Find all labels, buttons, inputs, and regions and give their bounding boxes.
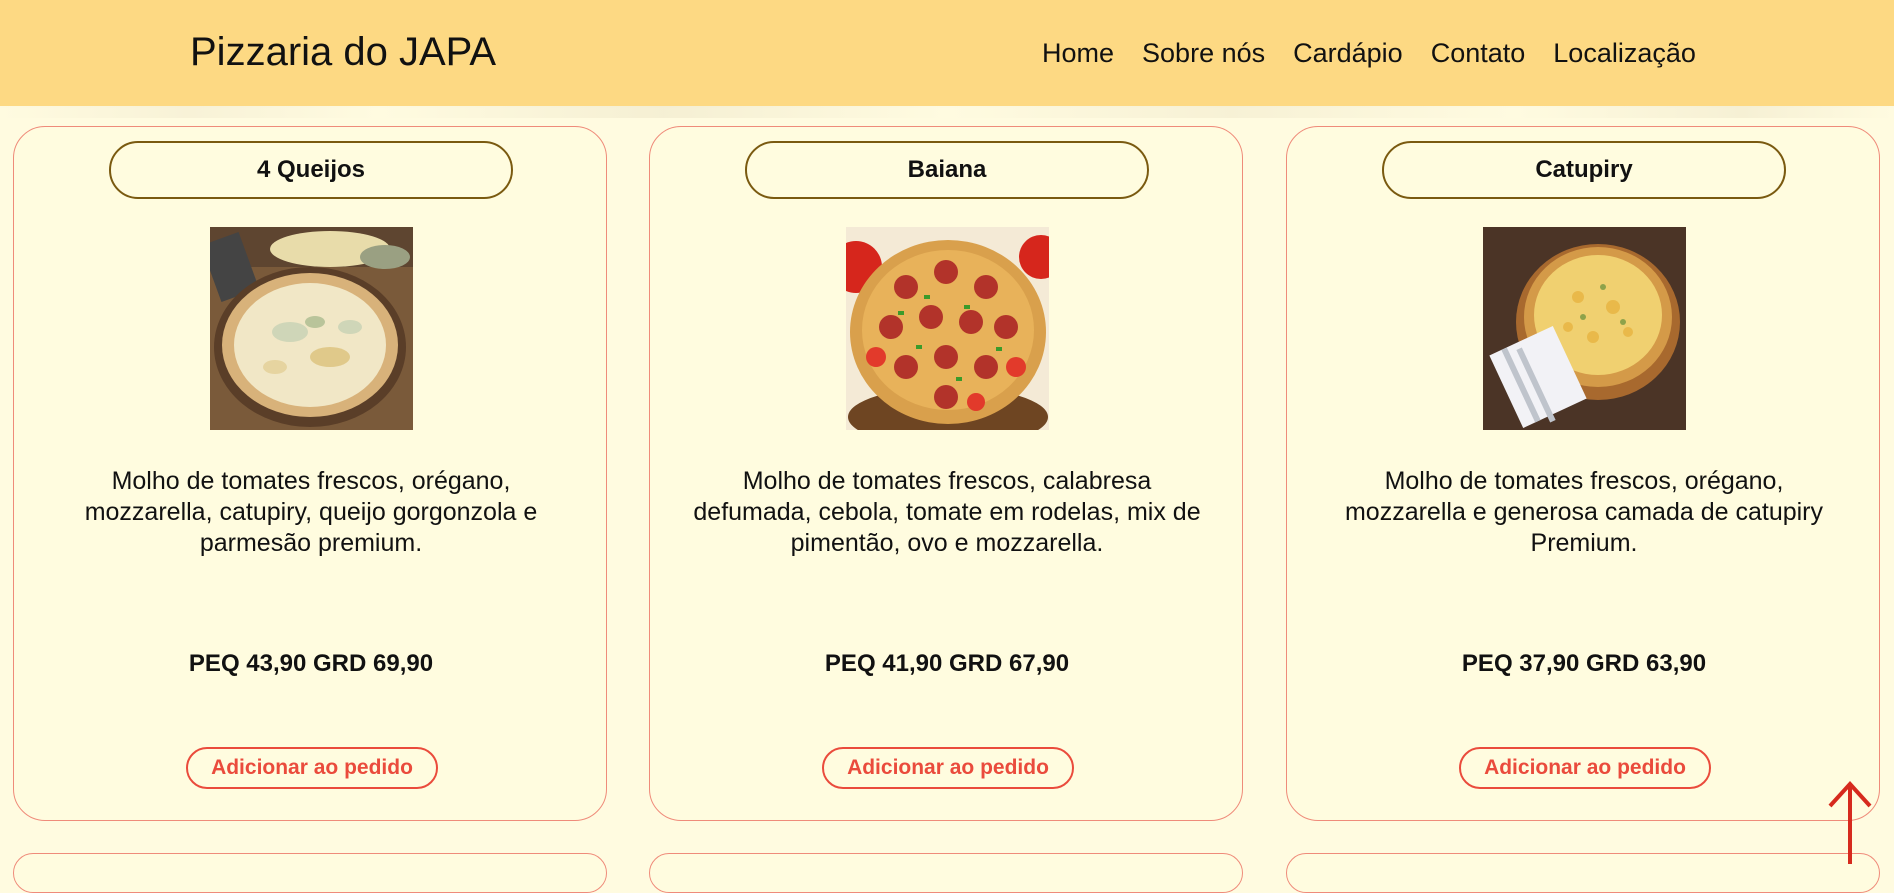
catupiry-pizza-image — [1483, 227, 1686, 430]
menu-card-baiana: Baiana Molho de tomates frescos, calabre… — [649, 126, 1243, 821]
card-description: Molho de tomates frescos, calabresa defu… — [693, 467, 1201, 557]
card-title: Baiana — [745, 141, 1149, 199]
pizza-photo-catupiry — [1483, 227, 1686, 430]
card-description: Molho de tomates frescos, orégano, mozza… — [84, 467, 538, 557]
pizza-photo-4-queijos — [210, 227, 413, 430]
scroll-to-top-button[interactable] — [1822, 778, 1878, 864]
nav-contato[interactable]: Contato — [1431, 38, 1526, 69]
menu-card-next-row-3 — [1286, 853, 1880, 893]
menu-card-catupiry: Catupiry Molho de tomates frescos, oréga… — [1286, 126, 1880, 821]
card-price: PEQ 37,90 GRD 63,90 — [1461, 650, 1707, 677]
baiana-pizza-image — [846, 227, 1049, 430]
site-header: Pizzaria do JAPA Home Sobre nós Cardápio… — [0, 0, 1894, 106]
header-shadow-strip — [0, 106, 1894, 118]
add-to-order-button[interactable]: Adicionar ao pedido — [1459, 747, 1711, 789]
nav-localizacao[interactable]: Localização — [1553, 38, 1696, 69]
menu-card-next-row-1 — [13, 853, 607, 893]
add-to-order-button[interactable]: Adicionar ao pedido — [822, 747, 1074, 789]
menu-card-next-row-2 — [649, 853, 1243, 893]
pizza-photo-baiana — [846, 227, 1049, 430]
add-to-order-button[interactable]: Adicionar ao pedido — [186, 747, 438, 789]
card-price: PEQ 41,90 GRD 67,90 — [824, 650, 1070, 677]
card-title: 4 Queijos — [109, 141, 513, 199]
four-cheese-pizza-image — [210, 227, 413, 430]
nav-cardapio[interactable]: Cardápio — [1293, 38, 1403, 69]
main-nav: Home Sobre nós Cardápio Contato Localiza… — [1042, 38, 1696, 69]
menu-card-4-queijos: 4 Queijos Molho de tomates frescos, orég… — [13, 126, 607, 821]
card-price: PEQ 43,90 GRD 69,90 — [188, 650, 434, 677]
arrow-up-icon — [1828, 781, 1872, 864]
card-title: Catupiry — [1382, 141, 1786, 199]
nav-sobre-nos[interactable]: Sobre nós — [1142, 38, 1265, 69]
card-description: Molho de tomates frescos, orégano, mozza… — [1344, 467, 1824, 557]
site-brand[interactable]: Pizzaria do JAPA — [190, 30, 496, 75]
nav-home[interactable]: Home — [1042, 38, 1114, 69]
